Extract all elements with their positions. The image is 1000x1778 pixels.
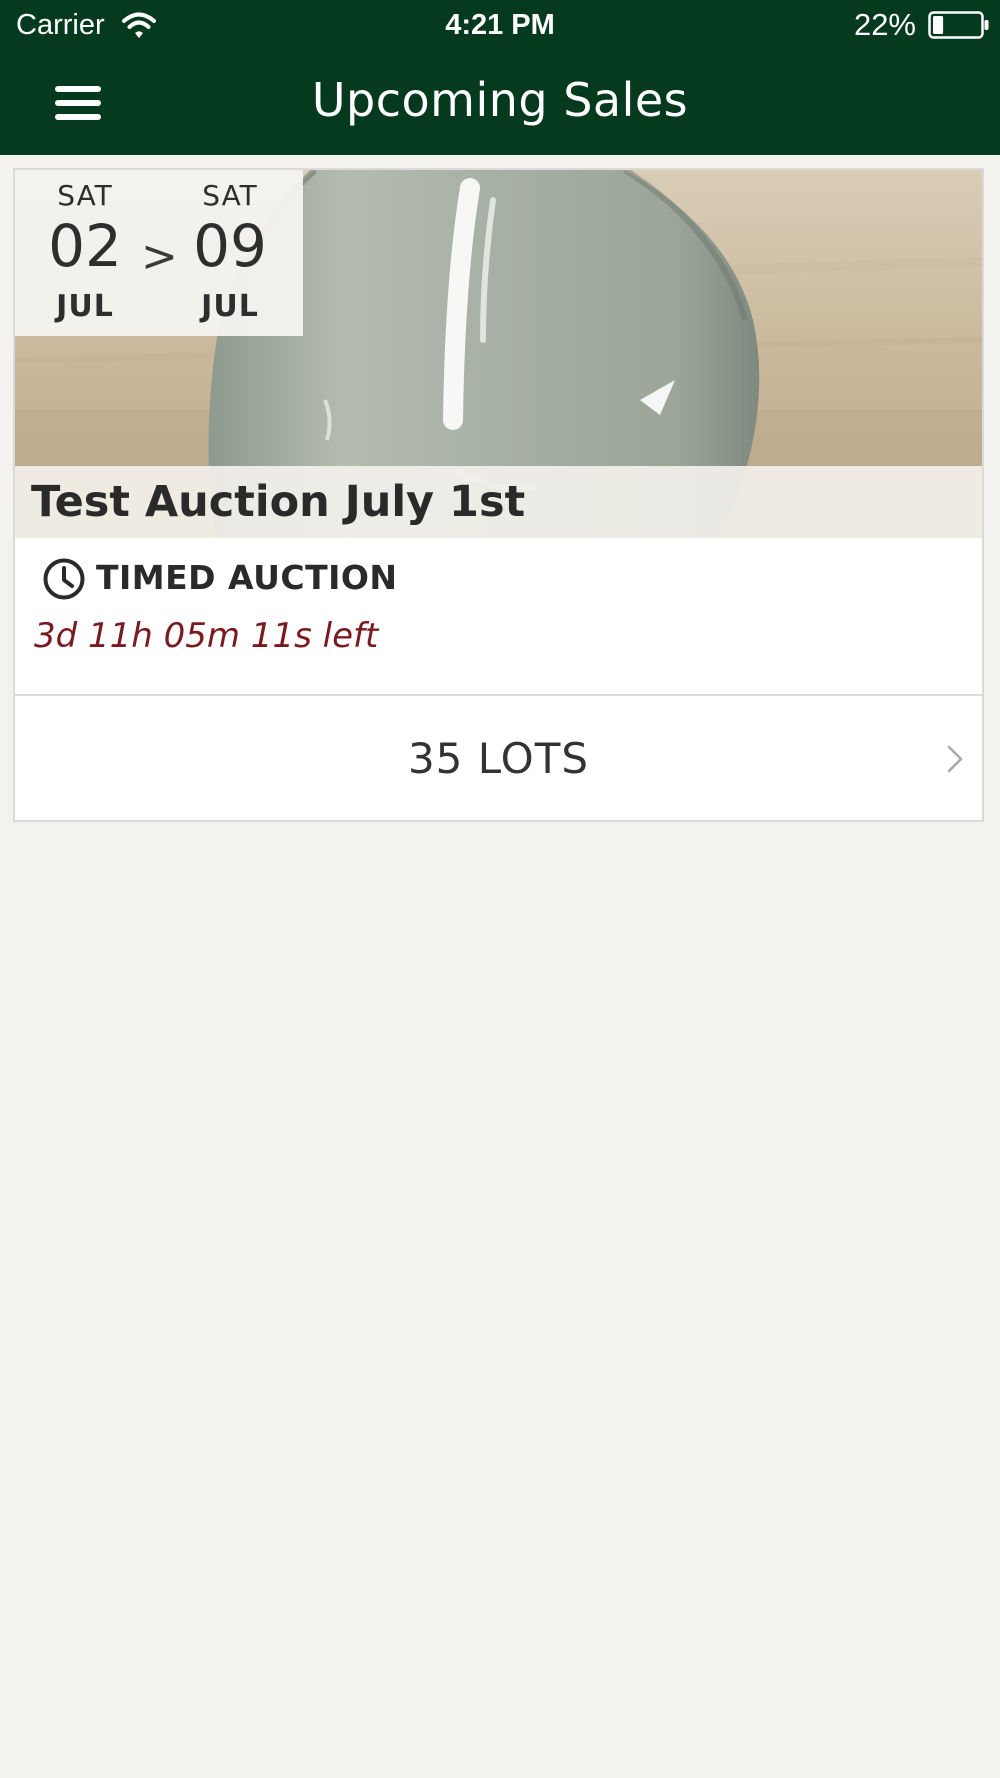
nav-bar: Upcoming Sales	[0, 50, 1000, 155]
end-weekday: SAT	[202, 179, 258, 212]
battery-percent: 22%	[853, 7, 916, 42]
app-header: Carrier 4:21 PM 22% Upcoming Sales	[0, 0, 1000, 155]
status-time: 4:21 PM	[445, 9, 555, 41]
sale-card[interactable]: SAT 02 JUL > SAT 09 JUL Test Auction Jul…	[13, 168, 984, 822]
start-month: JUL	[56, 289, 114, 324]
sale-type-label: TIMED AUCTION	[96, 558, 398, 597]
sale-info: TIMED AUCTION 3d 11h 05m 11s left	[15, 538, 982, 694]
sale-title-band: Test Auction July 1st	[15, 466, 982, 538]
end-month: JUL	[201, 289, 259, 324]
sale-title: Test Auction July 1st	[31, 477, 526, 527]
start-day: 02	[48, 212, 122, 280]
date-range-badge: SAT 02 JUL > SAT 09 JUL	[15, 170, 303, 336]
battery-icon	[928, 11, 989, 39]
clock-icon	[43, 558, 85, 600]
lots-count-label: 35 LOTS	[407, 734, 590, 783]
end-day: 09	[193, 212, 267, 280]
date-range-separator: >	[141, 231, 178, 282]
page-title: Upcoming Sales	[311, 73, 689, 127]
start-weekday: SAT	[57, 179, 113, 212]
chevron-right-icon	[947, 745, 963, 773]
status-bar: Carrier 4:21 PM 22%	[0, 0, 1000, 50]
view-lots-button[interactable]: 35 LOTS	[15, 696, 982, 820]
time-left-countdown: 3d 11h 05m 11s left	[34, 616, 379, 656]
